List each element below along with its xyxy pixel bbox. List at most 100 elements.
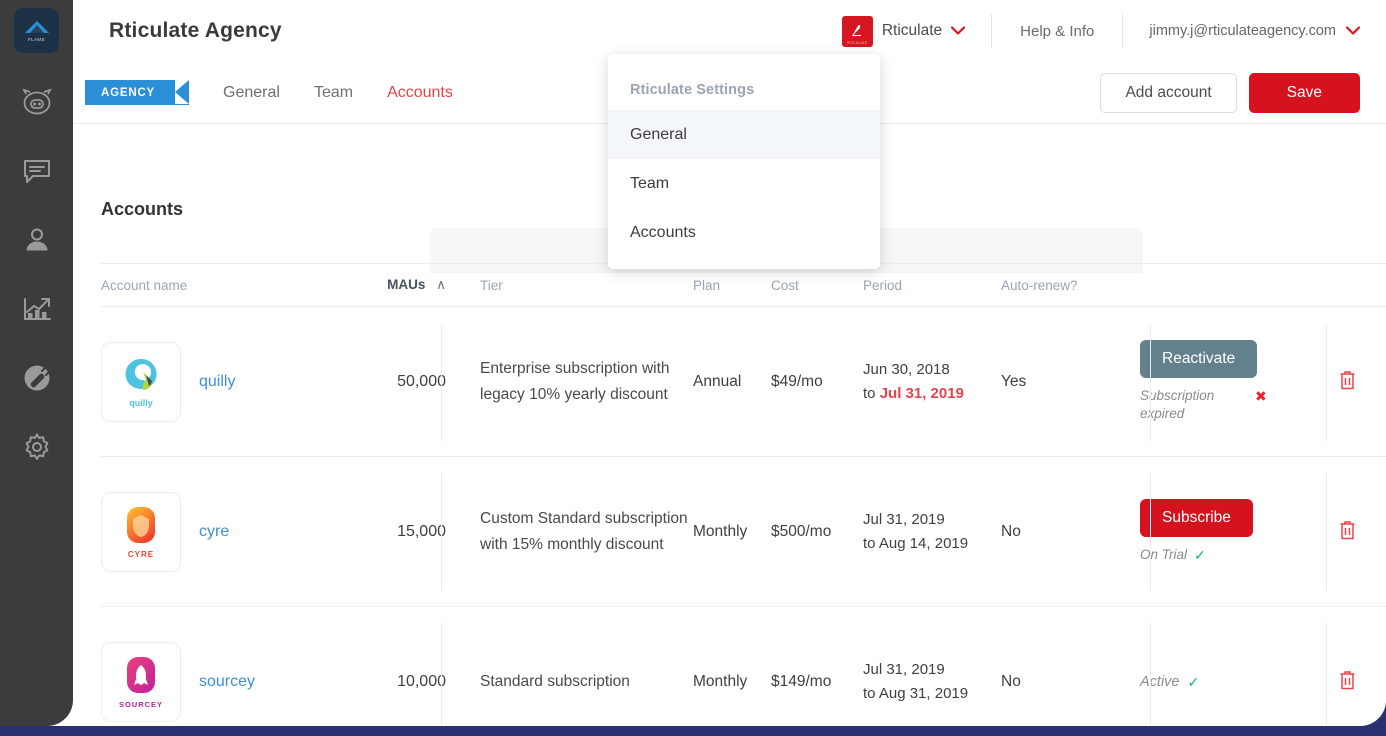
quilly-wordmark: quilly (129, 398, 153, 408)
sidebar-item-pig[interactable] (0, 75, 73, 129)
tab-accounts[interactable]: Accounts (387, 84, 453, 102)
cost-value: $149/mo (771, 673, 832, 690)
table-row[interactable]: quilly quilly 50,000 Enterprise subscrip… (101, 307, 1386, 457)
period-start: Jul 31, 2019 (863, 661, 945, 679)
status-cell: Reactivate Subscription expired ✖ (1118, 339, 1308, 423)
sourcey-wordmark: SOURCEY (118, 700, 164, 709)
agency-ribbon-label: AGENCY (101, 86, 156, 99)
column-header-tier[interactable]: Tier (458, 278, 693, 293)
cyre-logo: CYRE (101, 491, 181, 572)
user-email: jimmy.j@rticulateagency.com (1149, 23, 1336, 39)
subscribe-button[interactable]: Subscribe (1140, 498, 1253, 537)
dropdown-item-accounts[interactable]: Accounts (608, 208, 880, 257)
sidebar-item-profile[interactable] (0, 213, 73, 267)
period-end-prefix: to (863, 534, 879, 552)
pig-icon (21, 88, 53, 116)
period-end: Aug 14, 2019 (878, 534, 969, 552)
auto-renew-value: No (1001, 673, 1021, 690)
chevron-down-icon (951, 25, 966, 37)
add-account-button[interactable]: Add account (1100, 73, 1237, 113)
flame-logo-label: FLAME (27, 36, 45, 42)
row-divider (441, 623, 442, 726)
delete-cell (1308, 519, 1386, 545)
status-note: Subscription expired ✖ (1140, 387, 1308, 423)
account-cell: CYRE cyre (101, 491, 346, 572)
plan-value: Monthly (693, 673, 748, 690)
account-link[interactable]: quilly (199, 373, 235, 391)
auto-renew-value: No (1001, 522, 1021, 540)
dropdown-item-team[interactable]: Team (608, 159, 880, 208)
sidebar-item-integrations[interactable] (0, 351, 73, 405)
column-header-cost[interactable]: Cost (771, 278, 863, 293)
tier-value: Standard subscription (480, 673, 630, 691)
page-title: Rticulate Agency (109, 19, 282, 42)
sidebar-item-analytics[interactable] (0, 282, 73, 336)
app-frame: FLAME Rticulate Agency RTICULATE Rticula… (0, 0, 1386, 736)
period-end-prefix: to (863, 384, 880, 402)
period-value: Jun 30, 2018 to Jul 31, 2019 (863, 358, 1001, 405)
status-cell: Subscribe On Trial ✓ (1118, 498, 1308, 565)
status-text: Active (1140, 674, 1180, 690)
column-header-maus[interactable]: MAUs ∧ (346, 277, 458, 293)
period-end: Jul 31, 2019 (879, 384, 964, 402)
trash-icon[interactable] (1338, 369, 1357, 395)
plug-power-icon (22, 363, 52, 393)
chevron-down-icon (1345, 25, 1361, 37)
reactivate-button[interactable]: Reactivate (1140, 339, 1258, 378)
sourcey-logo: SOURCEY (101, 642, 181, 722)
subnav-actions: Add account Save (1100, 62, 1360, 124)
account-link[interactable]: sourcey (199, 673, 255, 691)
cost-value: $500/mo (771, 522, 832, 540)
sidebar-item-settings[interactable] (0, 420, 73, 474)
dropdown-item-general[interactable]: General (608, 110, 880, 159)
status-text: Subscription expired (1140, 387, 1215, 421)
period-value: Jul 31, 2019 to Aug 14, 2019 (863, 508, 1001, 555)
sort-ascending-icon: ∧ (436, 277, 446, 292)
dropdown-heading: Rticulate Settings (630, 82, 755, 98)
account-cell: SOURCEY sourcey (101, 642, 346, 722)
cost-value: $49/mo (771, 372, 823, 390)
auto-renew-value: Yes (1001, 372, 1027, 390)
tier-value: Enterprise subscription with legacy 10% … (480, 360, 670, 403)
trash-icon[interactable] (1338, 519, 1357, 545)
user-account-menu[interactable]: jimmy.j@rticulateagency.com (1123, 0, 1386, 62)
row-divider (1150, 623, 1151, 726)
gear-icon (22, 432, 52, 462)
period-end-prefix: to (863, 685, 879, 702)
period-start: Jul 31, 2019 (863, 510, 945, 528)
chat-bubble-icon (22, 158, 52, 185)
status-cell: Active ✓ (1118, 674, 1308, 691)
tier-value: Custom Standard subscription with 15% mo… (480, 510, 688, 553)
column-header-auto-renew[interactable]: Auto-renew? (1001, 278, 1118, 293)
row-divider (441, 323, 442, 441)
analytics-bar-chart-icon (22, 295, 52, 323)
save-button[interactable]: Save (1248, 73, 1360, 113)
row-divider (1150, 473, 1151, 591)
table-row[interactable]: SOURCEY sourcey 10,000 Standard subscrip… (101, 607, 1386, 726)
status-check-icon: ✓ (1187, 673, 1200, 690)
status-note: Active ✓ (1140, 674, 1308, 691)
column-header-account-name[interactable]: Account name (101, 278, 346, 293)
table-row[interactable]: CYRE cyre 15,000 Custom Standard subscri… (101, 457, 1386, 607)
column-header-plan[interactable]: Plan (693, 278, 771, 293)
plan-value: Annual (693, 372, 742, 390)
tab-general[interactable]: General (223, 84, 280, 102)
app-window: FLAME Rticulate Agency RTICULATE Rticula… (0, 0, 1386, 726)
row-divider (1326, 323, 1327, 441)
quilly-logo: quilly (101, 341, 181, 422)
help-and-info-link[interactable]: Help & Info (992, 23, 1122, 40)
sidebar-item-messages[interactable] (0, 144, 73, 198)
section-title: Accounts (101, 199, 184, 219)
agency-ribbon-badge: AGENCY (85, 80, 190, 105)
column-header-maus-label: MAUs (387, 277, 426, 292)
tab-team[interactable]: Team (314, 84, 353, 102)
top-header: Rticulate Agency RTICULATE Rticulate Hel… (73, 0, 1386, 62)
flame-logo[interactable]: FLAME (14, 8, 59, 53)
rticulate-logo-icon: RTICULATE (841, 15, 873, 47)
org-switcher[interactable]: RTICULATE Rticulate (816, 0, 991, 62)
account-link[interactable]: cyre (199, 523, 229, 541)
plan-value: Monthly (693, 522, 748, 540)
delete-cell (1308, 669, 1386, 695)
trash-icon[interactable] (1338, 669, 1357, 695)
column-header-period[interactable]: Period (863, 278, 1001, 293)
